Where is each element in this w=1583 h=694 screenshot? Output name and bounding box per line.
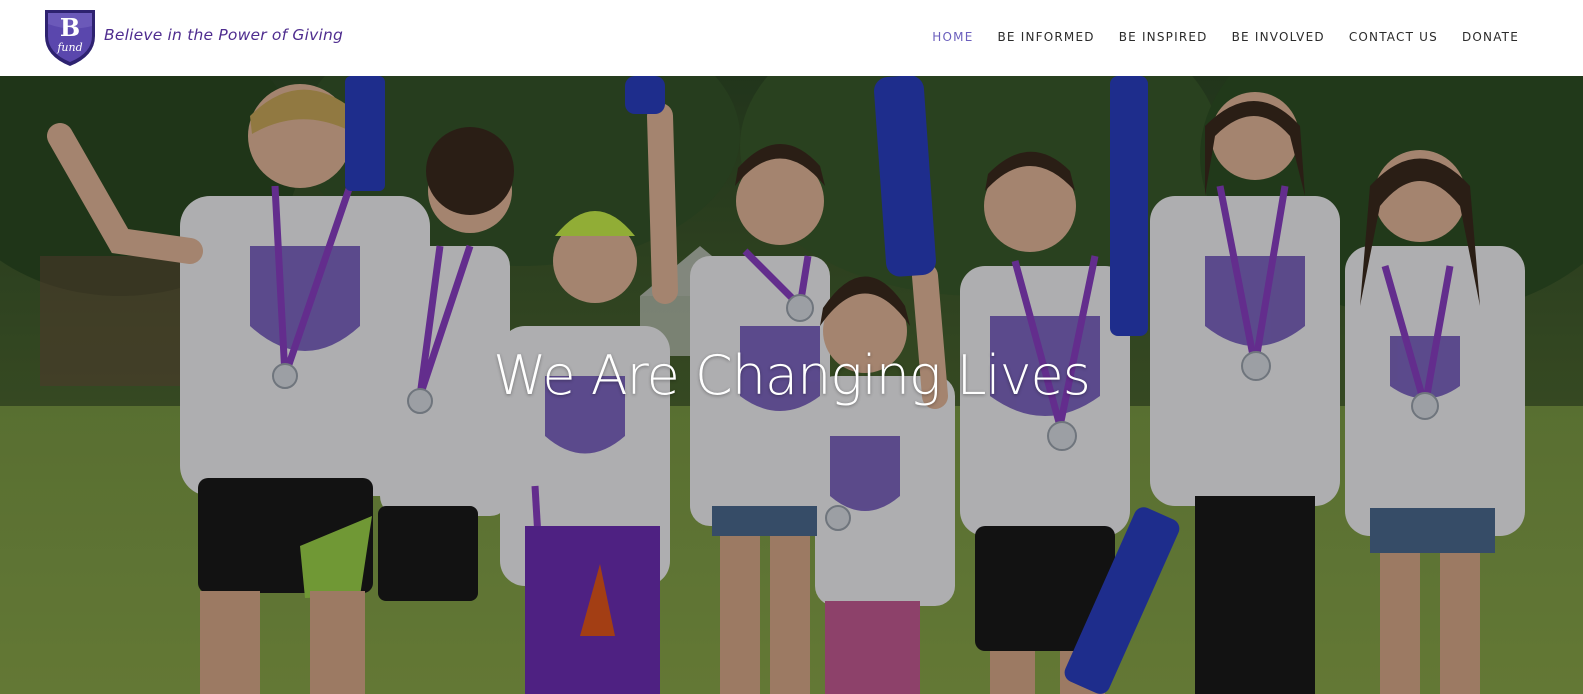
nav-item-be-inspired[interactable]: BE INSPIRED xyxy=(1119,30,1208,44)
site-header: B fund Believe in the Power of Giving HO… xyxy=(0,0,1583,76)
nav-item-donate[interactable]: DONATE xyxy=(1462,30,1519,44)
nav-item-be-involved[interactable]: BE INVOLVED xyxy=(1232,30,1325,44)
logo-tagline: Believe in the Power of Giving xyxy=(104,26,344,44)
site-logo[interactable]: B fund Believe in the Power of Giving xyxy=(42,6,343,68)
main-nav: HOME BE INFORMED BE INSPIRED BE INVOLVED… xyxy=(908,30,1519,44)
nav-item-home[interactable]: HOME xyxy=(932,30,973,44)
logo-word: fund xyxy=(56,41,82,54)
hero-banner: We Are Changing Lives xyxy=(0,76,1583,694)
hero-heading: We Are Changing Lives xyxy=(493,344,1091,407)
logo-letter: B xyxy=(60,13,80,42)
nav-item-contact-us[interactable]: CONTACT US xyxy=(1349,30,1438,44)
bfund-shield-logo-icon: B fund xyxy=(45,10,95,66)
nav-item-be-informed[interactable]: BE INFORMED xyxy=(998,30,1095,44)
